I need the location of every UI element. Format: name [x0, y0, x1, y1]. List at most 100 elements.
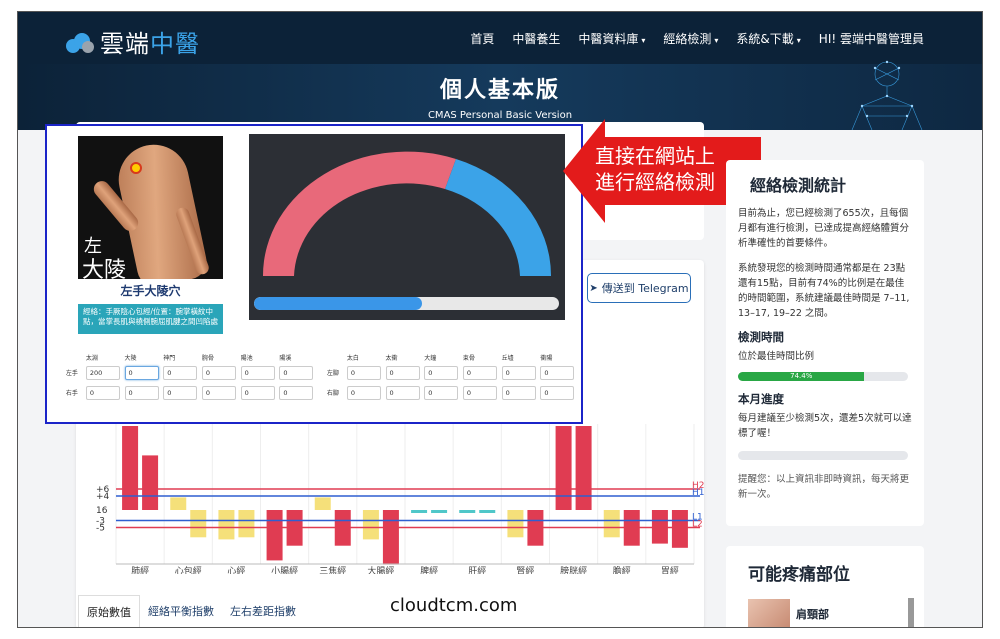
- x-tick-label: 膀胱經: [560, 565, 587, 574]
- chart-bar: [411, 510, 428, 513]
- chart-bar: [190, 510, 207, 538]
- result-tab[interactable]: 經絡平衡指數: [140, 595, 222, 627]
- send-telegram-button[interactable]: ➤ 傳送到 Telegram: [587, 273, 691, 303]
- stats-title: 經絡檢測統計: [750, 176, 847, 195]
- reading-input[interactable]: 0: [163, 366, 198, 380]
- callout-text: 直接在網站上 進行經絡檢測: [595, 144, 715, 194]
- x-tick-label: 小腸經: [271, 565, 298, 574]
- chart-bar: [382, 510, 399, 565]
- acupoint-card: 左 大陵 左手大陵穴 經絡：手厥陰心包經/位置：腕掌橫紋中點，當掌長肌與橈側腕屈…: [78, 136, 223, 354]
- nav-link[interactable]: 系統&下載 ▾: [736, 30, 800, 47]
- chart-bar: [603, 510, 620, 538]
- reading-input[interactable]: 0: [385, 366, 420, 380]
- acupoint-column-header: 太白: [346, 354, 359, 362]
- pain-areas-card: 可能疼痛部位 肩頸部: [726, 546, 924, 627]
- stats-time-analysis: 系統發現您的檢測時間通常都是在 23點還有15點，目前有74%的比例是在最佳的時…: [738, 263, 910, 319]
- reading-input[interactable]: 0: [279, 366, 314, 380]
- reading-input[interactable]: 0: [201, 386, 236, 400]
- month-progress-bar: [738, 451, 908, 460]
- time-ratio-fill: 74.4%: [738, 372, 865, 381]
- nav-link[interactable]: 中醫養生: [512, 30, 560, 47]
- chart-bar: [507, 510, 524, 538]
- gauge-progress-bar: [254, 297, 559, 310]
- reading-input[interactable]: 0: [124, 366, 159, 380]
- stats-note: 提醒您：以上資訊非即時資訊，每天將更新一次。: [738, 474, 910, 500]
- acupoint-column-header: 神門: [163, 354, 176, 362]
- pain-area-item[interactable]: 肩頸部: [748, 599, 908, 627]
- foot-readings-table: 太白 太衝 大鐘 束骨 丘墟 衝陽 左腳 0 0 0 0 0 0 右腳 0 0 0 0 0 0: [322, 351, 576, 417]
- x-tick-label: 三焦經: [319, 565, 346, 574]
- reading-input[interactable]: 0: [540, 386, 575, 400]
- page-header: 個人基本版 CMAS Personal Basic Version: [18, 60, 982, 130]
- acupoint-column-header: 太淵: [85, 354, 98, 362]
- reading-input[interactable]: 0: [201, 366, 236, 380]
- card-scrollbar[interactable]: [908, 598, 914, 627]
- x-tick-label: 肺經: [131, 565, 149, 574]
- nav-link[interactable]: HI! 雲端中醫管理員: [819, 30, 924, 47]
- send-telegram-label: 傳送到 Telegram: [601, 282, 689, 295]
- meridian-bar-chart: H2H1L1L2+6+416-3-5肺經 心包經 心經 小腸經 三焦經 大腸經 脾經 肝經 腎經…: [96, 424, 704, 574]
- pain-areas-title: 可能疼痛部位: [748, 565, 850, 585]
- y-tick-label: +4: [96, 492, 110, 502]
- reading-input[interactable]: 0: [279, 386, 314, 400]
- reading-input[interactable]: 0: [124, 386, 159, 400]
- pain-area-thumbnail: [748, 599, 790, 627]
- acupoint-column-header: 太衝: [385, 354, 398, 362]
- time-caption: 位於最佳時間比例: [738, 351, 815, 362]
- reading-input[interactable]: 0: [385, 386, 420, 400]
- chart-bar: [575, 426, 592, 510]
- chart-bar: [479, 510, 496, 513]
- acupoint-column-header: 大陵: [124, 354, 137, 362]
- reading-row-label: 右腳: [326, 389, 339, 397]
- chart-bar: [218, 510, 235, 540]
- reading-input[interactable]: 200: [85, 366, 120, 380]
- reading-input[interactable]: 0: [346, 386, 381, 400]
- x-tick-label: 心經: [227, 565, 245, 574]
- chart-bar: [459, 510, 476, 513]
- nav-link[interactable]: 中醫資料庫 ▾: [578, 30, 645, 47]
- acupoint-info: 經絡：手厥陰心包經/位置：腕掌橫紋中點，當掌長肌與橈側腕屈肌腱之間凹陷處: [78, 304, 223, 334]
- reading-input[interactable]: 0: [462, 386, 497, 400]
- nav-links: 首頁 中醫養生 中醫資料庫 ▾ 經絡檢測 ▾ 系統&下載 ▾ HI! 雲端中醫管理員: [470, 30, 924, 47]
- x-tick-label: 脾經: [420, 565, 438, 574]
- reading-input[interactable]: 0: [163, 386, 198, 400]
- x-tick-label: 大腸經: [367, 565, 394, 574]
- acupoint-column-header: 陽溪: [279, 354, 292, 362]
- detection-overlay: 左 大陵 左手大陵穴 經絡：手厥陰心包經/位置：腕掌橫紋中點，當掌長肌與橈側腕屈…: [45, 124, 583, 424]
- reference-line-label: H1: [692, 488, 704, 498]
- reading-input[interactable]: 0: [424, 366, 459, 380]
- chart-bar: [142, 455, 159, 510]
- stats-summary: 目前為止，您已經檢測了655次，且每個月都有進行檢測，已達成提高經絡體質分析準確…: [738, 208, 910, 249]
- reading-input[interactable]: 0: [501, 366, 536, 380]
- reading-row-label: 左手: [65, 369, 78, 377]
- reading-input[interactable]: 0: [85, 386, 120, 400]
- reading-input[interactable]: 0: [424, 386, 459, 400]
- chart-bar: [266, 510, 283, 561]
- nav-link[interactable]: 經絡檢測 ▾: [663, 30, 718, 47]
- chart-bar: [170, 497, 187, 510]
- acupoint-column-header: 大鐘: [424, 354, 437, 362]
- reading-input[interactable]: 0: [540, 366, 575, 380]
- time-ratio-bar: 74.4%: [738, 372, 908, 381]
- chart-bar: [671, 510, 688, 548]
- result-tab[interactable]: 原始數值: [78, 595, 140, 627]
- reading-input[interactable]: 0: [462, 366, 497, 380]
- pain-area-label: 肩頸部: [796, 608, 829, 621]
- reading-input[interactable]: 0: [240, 386, 275, 400]
- acupoint-column-header: 束骨: [462, 354, 475, 362]
- result-tab[interactable]: 左右差距指數: [222, 595, 304, 627]
- reading-input[interactable]: 0: [501, 386, 536, 400]
- gauge-arc: [262, 151, 552, 276]
- reading-input[interactable]: 0: [240, 366, 275, 380]
- nav-link[interactable]: 首頁: [470, 30, 494, 47]
- acupoint-title: 左手大陵穴: [78, 279, 223, 304]
- time-heading: 檢測時間: [738, 330, 784, 344]
- stats-sidebar-card: 經絡檢測統計 目前為止，您已經檢測了655次，且每個月都有進行檢測，已達成提高經…: [726, 160, 924, 526]
- y-tick-label: 16: [96, 506, 108, 516]
- site-logo[interactable]: 雲端中醫: [66, 24, 200, 59]
- x-tick-label: 腎經: [516, 565, 534, 574]
- acupoint-marker-icon: [130, 162, 142, 174]
- chart-bar: [651, 510, 668, 544]
- gauge-progress-fill: [254, 297, 422, 310]
- reading-input[interactable]: 0: [346, 366, 381, 380]
